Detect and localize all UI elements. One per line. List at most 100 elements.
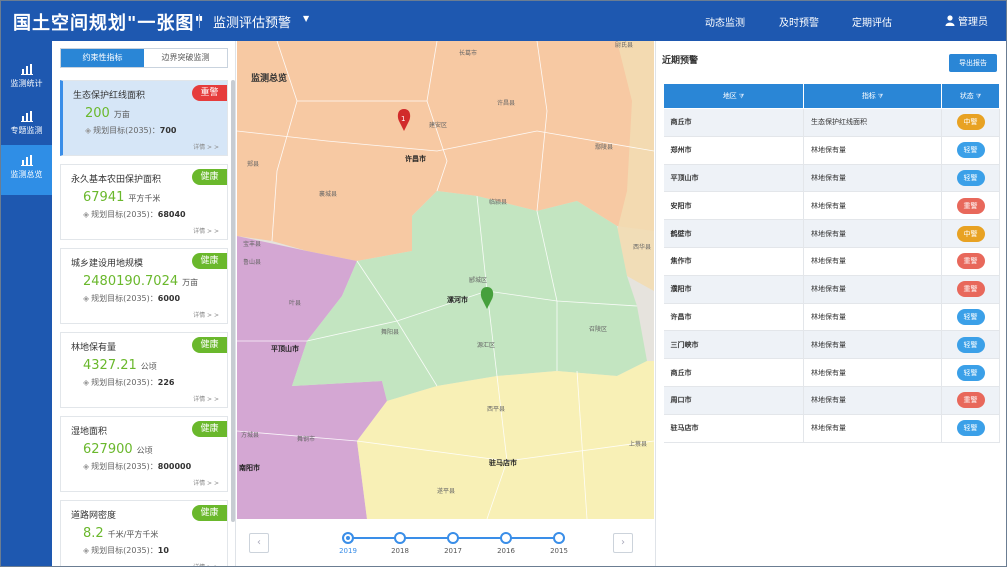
status-badge: 重警 (192, 85, 227, 101)
status-badge: 健康 (192, 169, 227, 185)
table-row[interactable]: 三门峡市 林地保有量 轻警 (663, 330, 1000, 360)
indicator-cell: 林地保有量 (803, 414, 942, 443)
nav-periodic-evaluation[interactable]: 定期评估 (852, 14, 892, 29)
indicator-cell: 林地保有量 (803, 219, 942, 248)
details-link[interactable]: 详情 > > (193, 226, 219, 235)
indicator-card[interactable]: 生态保护红线面积 重警 200 万亩 ◈ 规划目标(2035)：700 详情 > > (60, 80, 228, 156)
map-city-label: 平顶山市 (271, 344, 299, 353)
indicator-target: ◈ 规划目标(2035)：6000 (83, 293, 180, 304)
table-row[interactable]: 平顶山市 林地保有量 轻警 (663, 164, 1000, 193)
indicator-cell: 林地保有量 (803, 386, 942, 415)
indicator-target: ◈ 规划目标(2035)：10 (83, 545, 169, 556)
timeline-year[interactable]: 2019 (333, 547, 363, 555)
timeline-year[interactable]: 2017 (438, 547, 468, 555)
table-row[interactable]: 商丘市 林地保有量 轻警 (663, 358, 1000, 387)
column-status[interactable]: 状态 ⧩ (941, 83, 1000, 109)
details-link[interactable]: 详情 > > (193, 478, 219, 487)
timeline-next-button[interactable]: › (613, 533, 633, 553)
indicator-name: 湿地面积 (71, 427, 108, 437)
map-canvas[interactable]: 长葛市 尉氏县 许昌县 建安区 鄢陵县 襄城县 郏县 临颍县 西华县 宝丰县 鲁… (237, 41, 654, 519)
region-cell: 驻马店市 (663, 414, 804, 443)
region-cell: 周口市 (663, 386, 804, 415)
indicator-card[interactable]: 道路网密度 健康 8.2千米/平方千米 ◈规划目标(2035)：10 详情 > > (60, 500, 228, 566)
target-icon: ◈ (83, 210, 90, 219)
marker-number: 1 (401, 115, 405, 123)
user-icon (945, 15, 955, 26)
column-label: 状态 (959, 92, 974, 100)
target-label: 规划目标(2035)： (91, 546, 158, 555)
timeline-year[interactable]: 2018 (385, 547, 415, 555)
details-link[interactable]: 详情 > > (193, 142, 219, 151)
indicator-unit: 千米/平方千米 (107, 530, 159, 539)
indicator-cell: 林地保有量 (803, 330, 942, 360)
status-badge: 健康 (192, 505, 227, 521)
scrollbar[interactable] (231, 80, 235, 522)
column-indicator[interactable]: 指标 ⧩ (803, 83, 942, 109)
sidebar-item-special[interactable]: 专题监测 (1, 101, 52, 151)
indicator-unit: 公顷 (140, 362, 157, 371)
column-region[interactable]: 地区 ⧩ (663, 83, 804, 109)
table-row[interactable]: 鹤壁市 林地保有量 中警 (663, 219, 1000, 248)
table-row[interactable]: 许昌市 林地保有量 轻警 (663, 303, 1000, 332)
timeline-node[interactable] (342, 532, 354, 544)
table-row[interactable]: 濮阳市 林地保有量 重警 (663, 275, 1000, 304)
tab-binding-indicators[interactable]: 约束性指标 (61, 49, 144, 67)
table-row[interactable]: 周口市 林地保有量 重警 (663, 386, 1000, 415)
indicator-name: 道路网密度 (71, 511, 117, 521)
filter-icon[interactable]: ⧩ (739, 93, 744, 100)
nav-dynamic-monitoring[interactable]: 动态监测 (705, 14, 745, 29)
status-pill: 中警 (956, 225, 985, 242)
target-icon: ◈ (83, 378, 90, 387)
status-badge: 健康 (192, 421, 227, 437)
details-link[interactable]: 详情 > > (193, 562, 219, 566)
user-menu[interactable]: 管理员 (945, 13, 988, 28)
target-value: 68040 (157, 210, 186, 219)
target-value: 10 (157, 546, 169, 555)
indicator-card[interactable]: 城乡建设用地规模 健康 2480190.7024 万亩 ◈ 规划目标(2035)：6000… (60, 248, 228, 324)
status-badge: 健康 (192, 337, 227, 353)
details-link[interactable]: 详情 > > (193, 310, 219, 319)
indicator-cell: 林地保有量 (803, 191, 942, 221)
timeline-node[interactable] (394, 532, 406, 544)
indicator-value-number: 2480190.7024 (83, 274, 179, 289)
system-selector[interactable]: 监测评估预警 (213, 12, 291, 31)
indicator-card[interactable]: 林地保有量 健康 4327.21 公顷 ◈ 规划目标(2035)：226 详情 > > (60, 332, 228, 408)
timeline-prev-button[interactable]: ‹ (249, 533, 269, 553)
warning-panel-title: 近期预警 (662, 56, 699, 66)
export-report-button[interactable]: 导出报告 (949, 54, 997, 72)
sidebar-item-label: 监测统计 (10, 79, 43, 88)
table-header: 地区 ⧩ 指标 ⧩ 状态 ⧩ (663, 83, 1000, 109)
status-cell: 重警 (941, 247, 1000, 276)
filter-icon[interactable]: ⧩ (976, 93, 981, 100)
timeline-year[interactable]: 2015 (544, 547, 574, 555)
target-value: 800000 (157, 462, 192, 471)
region-cell: 濮阳市 (663, 275, 804, 304)
map-label: 召陵区 (589, 325, 607, 333)
timeline-node[interactable] (500, 532, 512, 544)
map-view[interactable]: 长葛市 尉氏县 许昌县 建安区 鄢陵县 襄城县 郏县 临颍县 西华县 宝丰县 鲁… (237, 41, 654, 519)
table-row[interactable]: 安阳市 林地保有量 重警 (663, 191, 1000, 221)
nav-timely-warning[interactable]: 及时预警 (779, 14, 819, 29)
indicator-cell: 林地保有量 (803, 275, 942, 304)
timeline-year[interactable]: 2016 (491, 547, 521, 555)
timeline-node[interactable] (553, 532, 565, 544)
target-icon: ◈ (83, 462, 90, 471)
table-row[interactable]: 焦作市 林地保有量 重警 (663, 247, 1000, 276)
region-cell: 商丘市 (663, 358, 804, 387)
timeline-node[interactable] (447, 532, 459, 544)
table-row[interactable]: 商丘市 生态保护红线面积 中警 (663, 108, 1000, 137)
sidebar-item-stats[interactable]: 监测统计 (1, 54, 52, 101)
target-value: 226 (157, 378, 175, 387)
filter-icon[interactable]: ⧩ (878, 93, 883, 100)
table-row[interactable]: 驻马店市 林地保有量 轻警 (663, 414, 1000, 443)
map-label: 鄢陵县 (595, 143, 613, 151)
indicator-unit: 万亩 (113, 110, 130, 119)
table-row[interactable]: 郑州市 林地保有量 轻警 (663, 136, 1000, 165)
indicator-card[interactable]: 永久基本农田保护面积 健康 67941 平方千米 ◈ 规划目标(2035)：68040 详情… (60, 164, 228, 240)
details-link[interactable]: 详情 > > (193, 394, 219, 403)
sidebar-item-overview[interactable]: 监测总览 (1, 145, 52, 195)
tab-boundary-breach[interactable]: 边界突破监测 (144, 49, 227, 67)
indicator-card[interactable]: 湿地面积 健康 627900 公顷 ◈ 规划目标(2035)：800000 详情 > > (60, 416, 228, 492)
chevron-down-icon[interactable]: ▼ (303, 14, 309, 23)
indicator-target: ◈ 规划目标(2035)：700 (85, 125, 176, 136)
